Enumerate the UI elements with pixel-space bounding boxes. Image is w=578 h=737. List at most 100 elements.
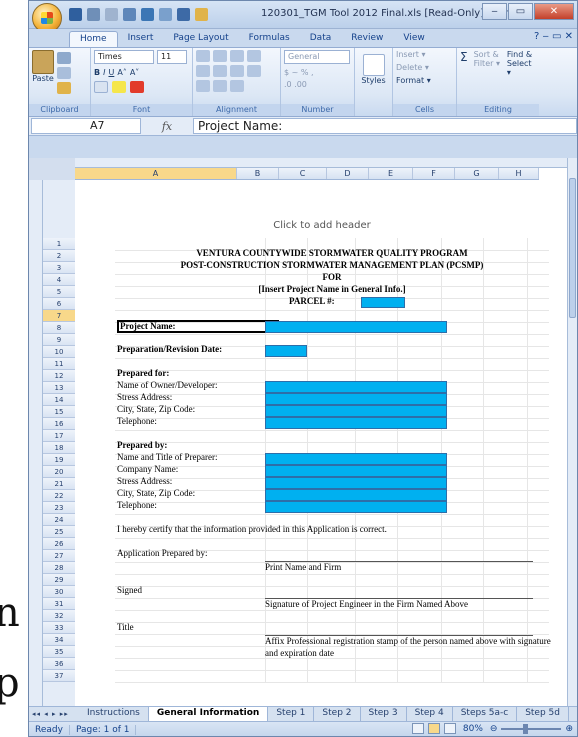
format-cells-button[interactable]: Format ▾ bbox=[396, 76, 453, 85]
row-header[interactable]: 26 bbox=[43, 538, 75, 550]
italic-icon[interactable]: I bbox=[103, 68, 105, 77]
row-header[interactable]: 9 bbox=[43, 334, 75, 346]
row-header[interactable]: 31 bbox=[43, 598, 75, 610]
table-icon[interactable] bbox=[159, 8, 172, 21]
formula-input[interactable]: Project Name: bbox=[193, 118, 577, 134]
telephone-input-1[interactable] bbox=[265, 417, 447, 429]
name-box[interactable]: A7 bbox=[31, 118, 141, 134]
row-header[interactable]: 16 bbox=[43, 418, 75, 430]
column-header[interactable]: E bbox=[369, 168, 413, 179]
page-break-view-button[interactable] bbox=[443, 723, 456, 734]
save-icon[interactable] bbox=[69, 8, 82, 21]
decrease-indent-icon[interactable] bbox=[196, 80, 210, 92]
row-header[interactable]: 36 bbox=[43, 658, 75, 670]
insert-function-button[interactable]: fx bbox=[141, 120, 193, 133]
wrap-text-icon[interactable] bbox=[247, 50, 261, 62]
preparer-input[interactable] bbox=[265, 453, 447, 465]
sheet-tab-steps-5a-c[interactable]: Steps 5a-c bbox=[453, 707, 518, 721]
owner-input[interactable] bbox=[265, 381, 447, 393]
decimal-buttons[interactable]: .0 .00 bbox=[284, 80, 351, 89]
column-header[interactable]: G bbox=[455, 168, 499, 179]
tab-page-layout[interactable]: Page Layout bbox=[163, 31, 238, 47]
redo-icon[interactable] bbox=[105, 8, 118, 21]
print-preview-icon[interactable] bbox=[123, 8, 136, 21]
address-input-1[interactable] bbox=[265, 393, 447, 405]
paste-button[interactable]: Paste bbox=[32, 50, 54, 83]
copy-icon[interactable] bbox=[57, 67, 71, 79]
row-header[interactable]: 15 bbox=[43, 406, 75, 418]
folder-icon[interactable] bbox=[195, 8, 208, 21]
autosum-icon[interactable]: Σ bbox=[460, 50, 468, 77]
zoom-slider-thumb[interactable] bbox=[523, 723, 529, 734]
fill-color-icon[interactable] bbox=[112, 81, 126, 93]
bold-icon[interactable]: B bbox=[94, 68, 100, 77]
zoom-level[interactable]: 80% bbox=[460, 724, 486, 734]
align-top-icon[interactable] bbox=[196, 50, 210, 62]
orientation-icon[interactable] bbox=[230, 80, 244, 92]
row-header[interactable]: 11 bbox=[43, 358, 75, 370]
row-header[interactable]: 1 bbox=[43, 238, 75, 250]
tab-home[interactable]: Home bbox=[69, 31, 118, 47]
sheet-tab-step-3[interactable]: Step 3 bbox=[361, 707, 407, 721]
vertical-scrollbar[interactable] bbox=[567, 158, 577, 706]
align-left-icon[interactable] bbox=[196, 65, 210, 77]
row-header[interactable]: 29 bbox=[43, 574, 75, 586]
row-header[interactable]: 4 bbox=[43, 274, 75, 286]
normal-view-button[interactable] bbox=[411, 723, 424, 734]
tab-data[interactable]: Data bbox=[300, 31, 342, 47]
column-header[interactable]: A bbox=[75, 168, 237, 179]
zoom-in-icon[interactable]: ⊕ bbox=[565, 724, 573, 734]
sort-filter-button[interactable]: Sort & Filter ▾ bbox=[474, 50, 501, 77]
row-header[interactable]: 33 bbox=[43, 622, 75, 634]
align-center-icon[interactable] bbox=[213, 65, 227, 77]
underline-icon[interactable]: U bbox=[108, 68, 114, 77]
tab-view[interactable]: View bbox=[393, 31, 434, 47]
insert-cells-button[interactable]: Insert ▾ bbox=[396, 50, 453, 59]
row-header[interactable]: 8 bbox=[43, 322, 75, 334]
zoom-slider[interactable] bbox=[501, 723, 562, 734]
row-header[interactable]: 10 bbox=[43, 346, 75, 358]
sheet-tab-step-5d[interactable]: Step 5d bbox=[517, 707, 569, 721]
telephone-input-2[interactable] bbox=[265, 501, 447, 513]
row-header[interactable]: 24 bbox=[43, 514, 75, 526]
select-all-corner[interactable] bbox=[29, 158, 75, 180]
row-header[interactable]: 34 bbox=[43, 634, 75, 646]
row-header[interactable]: 5 bbox=[43, 286, 75, 298]
row-header[interactable]: 17 bbox=[43, 430, 75, 442]
align-bottom-icon[interactable] bbox=[230, 50, 244, 62]
address-input-2[interactable] bbox=[265, 477, 447, 489]
column-header[interactable]: F bbox=[413, 168, 455, 179]
row-header[interactable]: 19 bbox=[43, 454, 75, 466]
row-header[interactable]: 6 bbox=[43, 298, 75, 310]
font-color-icon[interactable] bbox=[130, 81, 144, 93]
row-header[interactable]: 20 bbox=[43, 466, 75, 478]
row-header[interactable]: 27 bbox=[43, 550, 75, 562]
row-header[interactable]: 23 bbox=[43, 502, 75, 514]
prep-date-input[interactable] bbox=[265, 345, 307, 357]
page-layout-view-button[interactable] bbox=[427, 723, 440, 734]
row-header[interactable]: 21 bbox=[43, 478, 75, 490]
sheet-nav-buttons[interactable]: ◂◂ ◂ ▸ ▸▸ bbox=[29, 710, 79, 718]
cut-icon[interactable] bbox=[57, 52, 71, 64]
city-input-2[interactable] bbox=[265, 489, 447, 501]
font-family-select[interactable]: Times bbox=[94, 50, 154, 64]
font-size-select[interactable]: 11 bbox=[157, 50, 187, 64]
merge-cells-icon[interactable] bbox=[247, 65, 261, 77]
sheet-tab-step-2[interactable]: Step 2 bbox=[314, 707, 361, 721]
row-header[interactable]: 22 bbox=[43, 490, 75, 502]
find-select-button[interactable]: Find & Select ▾ bbox=[507, 50, 536, 77]
column-header[interactable]: D bbox=[327, 168, 369, 179]
grow-font-icon[interactable]: A˄ bbox=[117, 68, 126, 77]
align-right-icon[interactable] bbox=[230, 65, 244, 77]
sheet-tab-step-1[interactable]: Step 1 bbox=[268, 707, 315, 721]
column-header[interactable]: B bbox=[237, 168, 279, 179]
shrink-font-icon[interactable]: A˅ bbox=[130, 68, 139, 77]
ribbon-window-controls[interactable]: ? ‒ ▭ ✕ bbox=[534, 31, 573, 42]
add-header-prompt[interactable]: Click to add header bbox=[75, 220, 569, 231]
increase-indent-icon[interactable] bbox=[213, 80, 227, 92]
row-header[interactable]: 12 bbox=[43, 370, 75, 382]
row-header[interactable]: 30 bbox=[43, 586, 75, 598]
scroll-thumb[interactable] bbox=[569, 178, 576, 318]
sheet-tab-instructions[interactable]: Instructions bbox=[79, 707, 149, 721]
sheet-tab-step-4[interactable]: Step 4 bbox=[407, 707, 453, 721]
